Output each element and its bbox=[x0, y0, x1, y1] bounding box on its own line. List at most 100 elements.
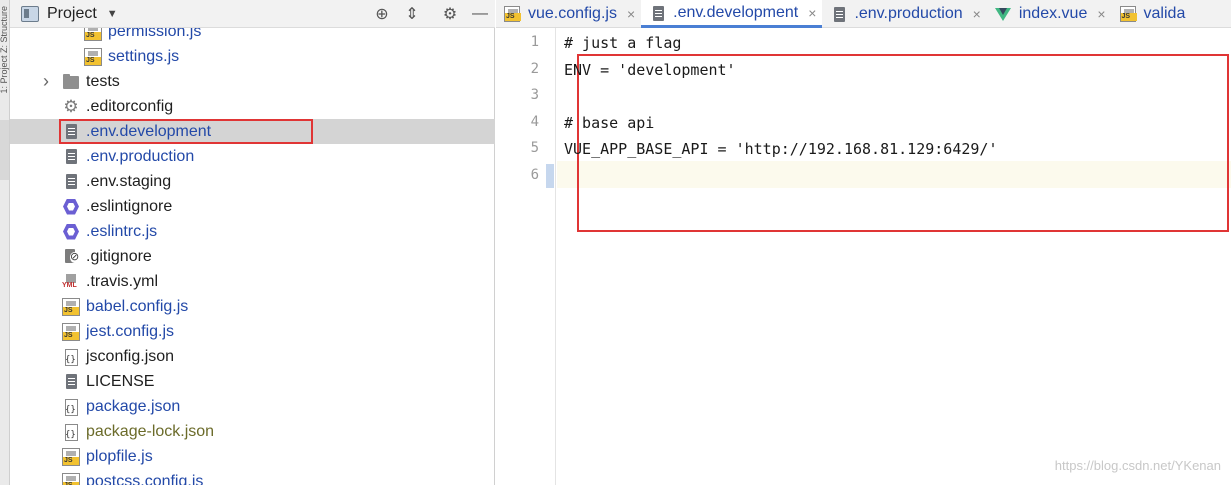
editor-tab-label: vue.config.js bbox=[528, 5, 617, 22]
tree-item[interactable]: {} package.json bbox=[10, 394, 495, 419]
tree-item-label: .editorconfig bbox=[86, 97, 174, 115]
tree-item-label: permission.js bbox=[108, 28, 202, 40]
json-file-icon: {} bbox=[62, 423, 80, 441]
gear-icon[interactable]: ⚙ bbox=[435, 0, 465, 28]
tree-item[interactable]: .gitignore bbox=[10, 244, 495, 269]
tree-item-label: .travis.yml bbox=[86, 272, 158, 290]
tree-item-label: .env.production bbox=[86, 147, 195, 165]
chevron-right-icon[interactable]: › bbox=[40, 71, 52, 92]
project-icon bbox=[21, 5, 39, 22]
code-area[interactable]: # just a flag ENV = 'development' # base a… bbox=[557, 28, 1231, 485]
tree-item-label: jest.config.js bbox=[86, 322, 175, 340]
gear-icon: ⚙ bbox=[63, 96, 79, 116]
tree-item[interactable]: JS jest.config.js bbox=[10, 319, 495, 344]
tree-item-label: settings.js bbox=[108, 47, 180, 65]
line-number: 2 bbox=[530, 60, 539, 77]
js-file-icon: JS bbox=[84, 28, 102, 41]
code-line[interactable]: VUE_APP_BASE_API = 'http://192.168.81.12… bbox=[564, 140, 997, 158]
editor-tab[interactable]: JS vue.config.js × bbox=[496, 0, 641, 28]
tree-item[interactable]: .env.production bbox=[10, 144, 495, 169]
tree-item-label: package.json bbox=[86, 397, 181, 415]
text-file-icon bbox=[62, 173, 80, 191]
text-file-icon bbox=[649, 5, 665, 21]
code-line[interactable]: # just a flag bbox=[564, 34, 681, 52]
line-number-gutter: 1 2 3 4 5 6 bbox=[496, 28, 556, 485]
close-icon[interactable]: × bbox=[808, 5, 816, 21]
line-number: 4 bbox=[530, 113, 539, 130]
json-file-icon: {} bbox=[62, 398, 80, 416]
editor-tab[interactable]: .env.production × bbox=[822, 0, 986, 28]
editor-tab[interactable]: .env.development × bbox=[641, 0, 823, 28]
js-file-icon: JS bbox=[504, 6, 521, 22]
line-number: 5 bbox=[530, 140, 539, 156]
close-icon[interactable]: × bbox=[627, 6, 635, 22]
tree-item[interactable]: LICENSE bbox=[10, 369, 495, 394]
project-tree: JS permission.js JS settings.js › tests ⚙ .edit… bbox=[10, 28, 495, 485]
tree-item[interactable]: JS settings.js bbox=[10, 44, 495, 69]
editor: JS vue.config.js × .env.development × .env.pr… bbox=[496, 0, 1231, 485]
collapse-icon[interactable]: ⇕ bbox=[397, 0, 427, 28]
tree-item-label: jsconfig.json bbox=[86, 347, 175, 365]
watermark: https://blog.csdn.net/YKenan bbox=[1054, 458, 1221, 473]
editor-tab-label: .env.production bbox=[854, 5, 963, 22]
code-line[interactable]: ENV = 'development' bbox=[564, 61, 736, 79]
eslint-icon bbox=[62, 198, 80, 216]
tree-item-label: tests bbox=[86, 72, 120, 90]
tree-item-label: package-lock.json bbox=[86, 422, 215, 440]
tree-item[interactable]: .eslintrc.js bbox=[10, 219, 495, 244]
tree-item[interactable]: ⚙ .editorconfig bbox=[10, 94, 495, 119]
side-strip-label: 1: Project Z: Structure bbox=[0, 6, 9, 94]
tree-item-label: plopfile.js bbox=[86, 447, 153, 465]
locate-icon[interactable]: ⊕ bbox=[367, 0, 397, 28]
folder-icon bbox=[62, 73, 80, 91]
editor-tab-label: .env.development bbox=[673, 3, 799, 21]
text-file-icon bbox=[830, 6, 846, 22]
tree-item-label: .eslintignore bbox=[86, 197, 173, 215]
project-panel: Project ▼ ⊕ ⇕ ⚙ — JS permission.js JS settings… bbox=[10, 0, 495, 485]
project-panel-title[interactable]: Project bbox=[47, 5, 97, 23]
tree-item[interactable]: .eslintignore bbox=[10, 194, 495, 219]
editor-tab[interactable]: JS valida bbox=[1112, 0, 1192, 28]
tree-item[interactable]: JS postcss.config.js bbox=[10, 469, 495, 485]
code-line[interactable]: # base api bbox=[564, 114, 654, 132]
line-number: 1 bbox=[530, 34, 539, 50]
side-strip-tab[interactable] bbox=[0, 120, 9, 180]
js-file-icon: JS bbox=[62, 447, 80, 466]
panel-toolbar: ⊕ ⇕ ⚙ — bbox=[367, 0, 495, 28]
tree-item[interactable]: {} package-lock.json bbox=[10, 419, 495, 444]
tree-item-label: babel.config.js bbox=[86, 297, 189, 315]
tree-item[interactable]: JS babel.config.js bbox=[10, 294, 495, 319]
minimize-icon[interactable]: — bbox=[465, 0, 495, 28]
close-icon[interactable]: × bbox=[973, 6, 981, 22]
vue-file-icon bbox=[994, 6, 1011, 22]
text-file-icon bbox=[62, 373, 80, 391]
json-file-icon: {} bbox=[62, 348, 80, 366]
highlight-box-tree bbox=[59, 119, 313, 144]
js-file-icon: JS bbox=[84, 47, 102, 66]
yaml-file-icon: YML bbox=[62, 273, 80, 291]
tree-item[interactable]: › tests bbox=[10, 69, 495, 94]
chevron-down-icon[interactable]: ▼ bbox=[107, 8, 118, 20]
ignore-file-icon bbox=[62, 248, 80, 266]
tree-item-label: .eslintrc.js bbox=[86, 222, 158, 240]
js-file-icon: JS bbox=[1119, 6, 1137, 22]
project-panel-header: Project ▼ ⊕ ⇕ ⚙ — bbox=[10, 0, 495, 28]
tree-item[interactable]: JS permission.js bbox=[10, 28, 495, 44]
editor-tab-label: index.vue bbox=[1018, 5, 1088, 22]
close-icon[interactable]: × bbox=[1097, 6, 1105, 22]
tree-item[interactable]: JS plopfile.js bbox=[10, 444, 495, 469]
editor-tab-bar: JS vue.config.js × .env.development × .env.pr… bbox=[496, 0, 1231, 28]
tree-item[interactable]: {} jsconfig.json bbox=[10, 344, 495, 369]
tree-item-label: postcss.config.js bbox=[86, 472, 204, 485]
tree-item-label: .env.staging bbox=[86, 172, 172, 190]
line-number: 6 bbox=[530, 166, 539, 183]
editor-tab-label: valida bbox=[1143, 5, 1186, 22]
eslint-icon bbox=[62, 223, 80, 241]
side-tool-strip[interactable]: 1: Project Z: Structure bbox=[0, 0, 10, 485]
line-number: 3 bbox=[530, 87, 539, 103]
js-file-icon: JS bbox=[62, 297, 80, 316]
tree-item-label: .gitignore bbox=[86, 247, 152, 265]
tree-item[interactable]: YML .travis.yml bbox=[10, 269, 495, 294]
tree-item[interactable]: .env.staging bbox=[10, 169, 495, 194]
editor-tab[interactable]: index.vue × bbox=[987, 0, 1112, 28]
